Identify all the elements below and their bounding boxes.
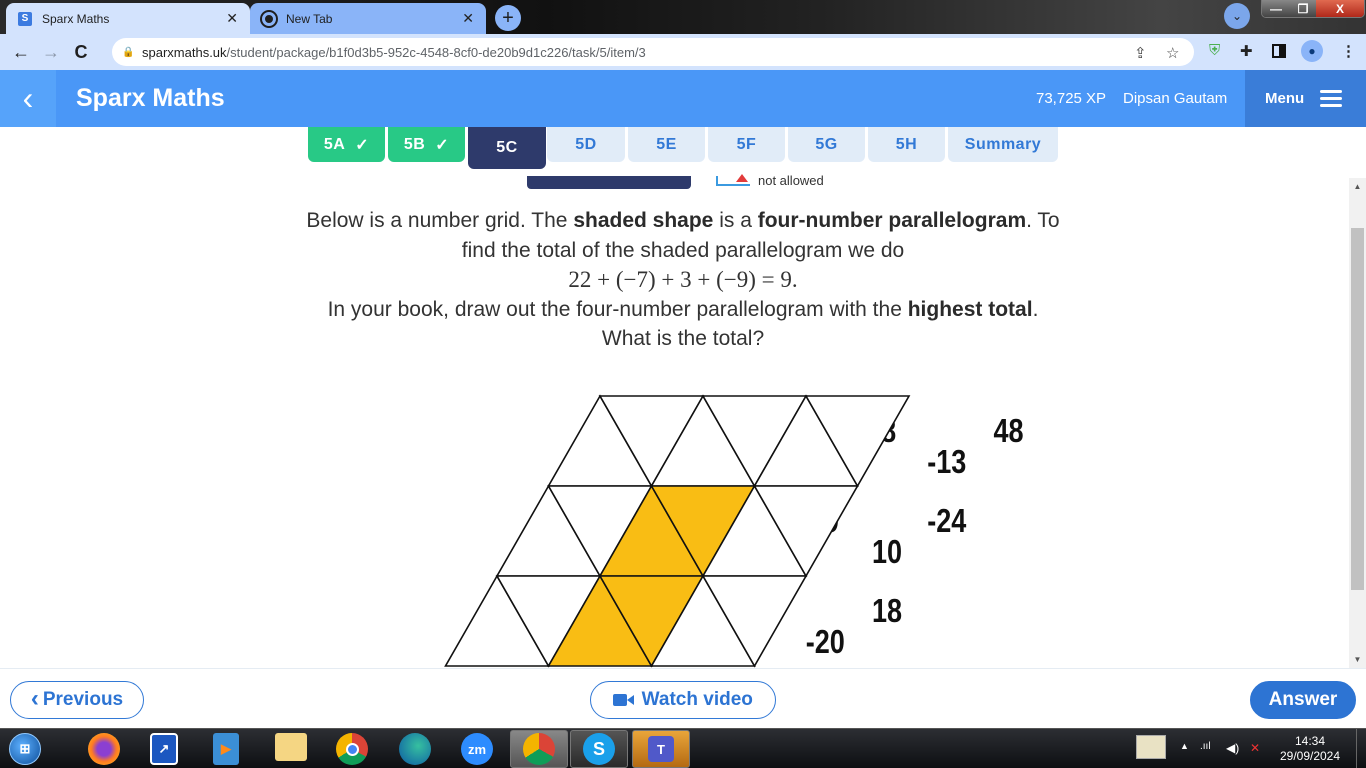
video-camera-icon [613, 694, 635, 706]
volume-icon[interactable]: ◀) [1226, 741, 1239, 755]
teams-taskbar-button[interactable]: T [632, 730, 690, 768]
grid-cell-value: 10 [872, 534, 902, 570]
chevron-left-icon: ‹ [30, 684, 39, 712]
scrollbar-thumb[interactable] [1351, 228, 1364, 590]
windows-taskbar: ⊞ ↗ ▶ zm S T ▲ .ııl ◀) ✕ 14:34 29/09/202… [0, 728, 1366, 768]
grid-cell-value: -20 [806, 624, 845, 660]
network-signal-icon[interactable]: .ııl [1200, 741, 1211, 752]
question-footer: ‹ Previous Watch video Answer [0, 668, 1366, 728]
skype-taskbar-button[interactable]: S [570, 730, 628, 768]
grid-cell-value: 18 [872, 594, 902, 630]
chrome-profile-taskbar-button[interactable] [510, 730, 568, 768]
number-grid: 635-158-1348-1453-910-24-11122-7-2018 [444, 394, 1024, 668]
grid-cell-value: -24 [927, 504, 966, 540]
file-explorer-icon[interactable] [275, 733, 307, 761]
watch-video-button[interactable]: Watch video [590, 681, 776, 719]
media-player-icon[interactable]: ▶ [213, 733, 239, 765]
scroll-down-arrow-icon[interactable]: ▼ [1349, 651, 1366, 668]
show-desktop-button[interactable] [1356, 729, 1366, 768]
scroll-up-arrow-icon[interactable]: ▲ [1349, 178, 1366, 195]
previous-label: Previous [42, 689, 124, 710]
grid-cell-value: 48 [994, 414, 1024, 450]
chrome-icon[interactable] [336, 733, 368, 765]
answer-button[interactable]: Answer [1250, 681, 1356, 719]
windows-start-icon[interactable]: ⊞ [9, 733, 41, 765]
show-hidden-icons-icon[interactable]: ▲ [1180, 741, 1189, 751]
answer-label: Answer [1268, 689, 1338, 710]
chrome-profile-icon [523, 733, 555, 765]
teams-icon: T [648, 736, 674, 762]
skype-icon: S [583, 733, 615, 765]
zoom-icon[interactable]: zm [461, 733, 493, 765]
edge-icon[interactable] [399, 733, 431, 765]
system-clock[interactable]: 14:34 29/09/2024 [1270, 734, 1350, 764]
pen-input-icon[interactable] [1136, 735, 1166, 759]
power-unplugged-icon[interactable]: ✕ [1250, 741, 1260, 755]
previous-button[interactable]: ‹ Previous [10, 681, 144, 719]
firefox-icon[interactable] [88, 733, 120, 765]
watch-video-label: Watch video [641, 689, 753, 710]
clock-time: 14:34 [1294, 734, 1326, 748]
grid-cell-value: -13 [927, 444, 966, 480]
clock-date: 29/09/2024 [1279, 749, 1341, 763]
app-arrow-icon[interactable]: ↗ [150, 733, 178, 765]
